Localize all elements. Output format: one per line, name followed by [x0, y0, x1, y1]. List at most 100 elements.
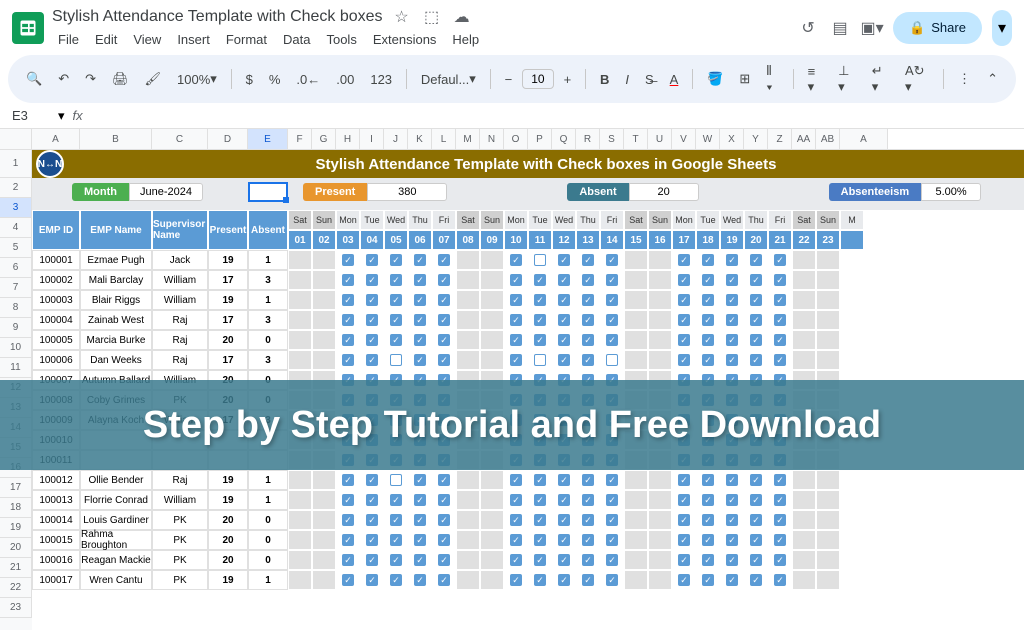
attendance-cell[interactable] — [816, 550, 840, 570]
sheets-logo[interactable] — [12, 12, 44, 44]
attendance-cell[interactable] — [384, 490, 408, 510]
cell-a[interactable]: 1 — [248, 570, 288, 590]
attendance-cell[interactable] — [384, 530, 408, 550]
attendance-cell[interactable] — [528, 510, 552, 530]
checkbox[interactable] — [366, 334, 378, 346]
checkbox[interactable] — [558, 314, 570, 326]
row-header-3[interactable]: 3 — [0, 198, 32, 218]
checkbox[interactable] — [390, 274, 402, 286]
attendance-cell[interactable] — [408, 350, 432, 370]
attendance-cell[interactable] — [432, 510, 456, 530]
attendance-cell[interactable] — [768, 250, 792, 270]
print-icon[interactable]: 🖨 — [106, 67, 135, 91]
attendance-cell[interactable] — [840, 270, 864, 290]
checkbox[interactable] — [678, 354, 690, 366]
checkbox[interactable] — [774, 294, 786, 306]
checkbox[interactable] — [678, 534, 690, 546]
menu-help[interactable]: Help — [446, 30, 485, 49]
checkbox[interactable] — [366, 354, 378, 366]
col-header-Q[interactable]: Q — [552, 129, 576, 149]
checkbox[interactable] — [750, 334, 762, 346]
attendance-cell[interactable] — [696, 310, 720, 330]
cell-p[interactable]: 19 — [208, 290, 248, 310]
rotate-icon[interactable]: A↻ ▾ — [899, 59, 935, 99]
attendance-cell[interactable] — [600, 270, 624, 290]
cell-sup[interactable]: Raj — [152, 350, 208, 370]
checkbox[interactable] — [702, 274, 714, 286]
cell-p[interactable]: 19 — [208, 570, 248, 590]
italic-icon[interactable]: I — [619, 68, 635, 91]
checkbox[interactable] — [750, 294, 762, 306]
attendance-cell[interactable] — [696, 510, 720, 530]
checkbox[interactable] — [702, 314, 714, 326]
attendance-cell[interactable] — [312, 530, 336, 550]
attendance-cell[interactable] — [384, 470, 408, 490]
cell-a[interactable]: 3 — [248, 310, 288, 330]
attendance-cell[interactable] — [480, 330, 504, 350]
attendance-cell[interactable] — [360, 490, 384, 510]
checkbox[interactable] — [702, 534, 714, 546]
cell-id[interactable]: 100004 — [32, 310, 80, 330]
attendance-cell[interactable] — [336, 330, 360, 350]
col-header-M[interactable]: M — [456, 129, 480, 149]
attendance-cell[interactable] — [600, 470, 624, 490]
attendance-cell[interactable] — [576, 570, 600, 590]
attendance-cell[interactable] — [528, 470, 552, 490]
attendance-cell[interactable] — [720, 330, 744, 350]
attendance-cell[interactable] — [552, 550, 576, 570]
col-header-Y[interactable]: Y — [744, 129, 768, 149]
attendance-cell[interactable] — [792, 350, 816, 370]
checkbox[interactable] — [678, 494, 690, 506]
attendance-cell[interactable] — [840, 310, 864, 330]
col-header-R[interactable]: R — [576, 129, 600, 149]
attendance-cell[interactable] — [672, 530, 696, 550]
checkbox[interactable] — [558, 254, 570, 266]
attendance-cell[interactable] — [552, 570, 576, 590]
checkbox[interactable] — [438, 494, 450, 506]
checkbox[interactable] — [582, 294, 594, 306]
checkbox[interactable] — [414, 554, 426, 566]
attendance-cell[interactable] — [696, 490, 720, 510]
wrap-icon[interactable]: ↵ ▾ — [866, 59, 895, 99]
cell-sup[interactable]: Raj — [152, 310, 208, 330]
checkbox[interactable] — [438, 534, 450, 546]
font-size-input[interactable]: 10 — [522, 69, 553, 89]
attendance-cell[interactable] — [552, 470, 576, 490]
attendance-cell[interactable] — [336, 470, 360, 490]
checkbox[interactable] — [750, 534, 762, 546]
attendance-cell[interactable] — [504, 510, 528, 530]
attendance-cell[interactable] — [792, 330, 816, 350]
checkbox[interactable] — [774, 254, 786, 266]
decrease-decimal-icon[interactable]: .0← — [290, 68, 326, 91]
attendance-cell[interactable] — [528, 530, 552, 550]
attendance-cell[interactable] — [624, 250, 648, 270]
checkbox[interactable] — [702, 494, 714, 506]
cell-id[interactable]: 100001 — [32, 250, 80, 270]
attendance-cell[interactable] — [576, 490, 600, 510]
attendance-cell[interactable] — [480, 470, 504, 490]
checkbox[interactable] — [750, 354, 762, 366]
attendance-cell[interactable] — [288, 290, 312, 310]
attendance-cell[interactable] — [624, 330, 648, 350]
attendance-cell[interactable] — [456, 570, 480, 590]
col-header-C[interactable]: C — [152, 129, 208, 149]
attendance-cell[interactable] — [552, 330, 576, 350]
checkbox[interactable] — [750, 314, 762, 326]
cell-sup[interactable]: William — [152, 490, 208, 510]
more-icon[interactable]: ⋮ — [952, 67, 977, 91]
checkbox[interactable] — [558, 334, 570, 346]
cell-a[interactable]: 0 — [248, 330, 288, 350]
attendance-cell[interactable] — [816, 490, 840, 510]
menu-data[interactable]: Data — [277, 30, 316, 49]
attendance-cell[interactable] — [456, 470, 480, 490]
attendance-cell[interactable] — [504, 350, 528, 370]
cell-name[interactable]: Louis Gardiner — [80, 510, 152, 530]
attendance-cell[interactable] — [288, 310, 312, 330]
checkbox[interactable] — [534, 294, 546, 306]
checkbox[interactable] — [726, 494, 738, 506]
col-header-K[interactable]: K — [408, 129, 432, 149]
checkbox[interactable] — [366, 494, 378, 506]
row-header-19[interactable]: 19 — [0, 518, 32, 538]
attendance-cell[interactable] — [456, 510, 480, 530]
cell-a[interactable]: 3 — [248, 350, 288, 370]
